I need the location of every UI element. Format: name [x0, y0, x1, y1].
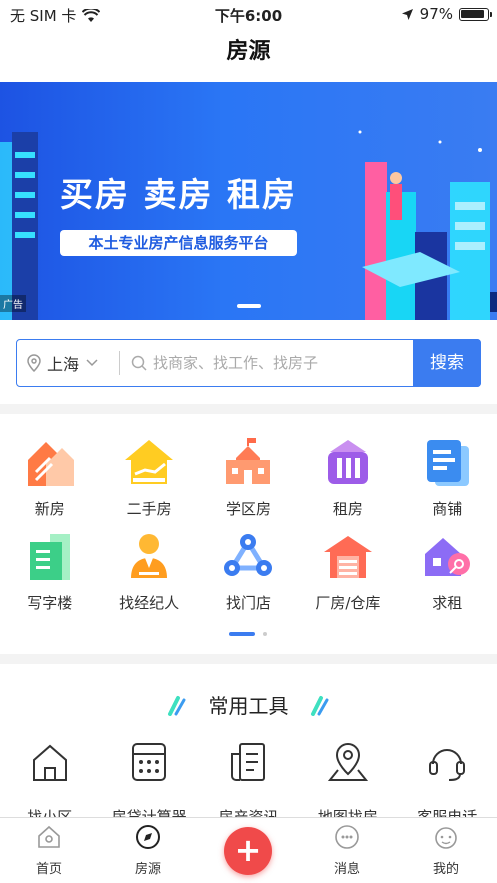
grid-page-indicator: [229, 632, 267, 636]
tools-section-title: 常用工具: [0, 690, 497, 719]
chevron-down-icon: [86, 358, 98, 366]
category-agent[interactable]: 找经纪人: [99, 522, 198, 616]
category-label: 新房: [34, 500, 65, 518]
tool-property-news[interactable]: 房产资讯: [199, 740, 298, 827]
category-school-district[interactable]: 学区房: [199, 428, 298, 522]
map-pin-icon: [327, 742, 368, 781]
category-store[interactable]: 找门店: [199, 522, 298, 616]
category-second-hand[interactable]: 二手房: [99, 428, 198, 522]
rent-icon: [327, 440, 368, 484]
category-warehouse[interactable]: 厂房/仓库: [298, 522, 397, 616]
decor-stripes-icon: [168, 695, 186, 716]
tab-label: 房源: [134, 862, 161, 877]
tab-label: 消息: [333, 862, 360, 877]
agent-icon: [131, 534, 168, 578]
page-dot-active: [229, 632, 255, 636]
promo-banner[interactable]: 买房 卖房 租房 本土专业房产信息服务平台 广告: [0, 82, 497, 320]
seek-rent-icon: [425, 538, 471, 576]
category-shop[interactable]: 商铺: [398, 428, 497, 522]
category-seek-rent[interactable]: 求租: [398, 522, 497, 616]
category-office[interactable]: 写字楼: [0, 522, 99, 616]
search-icon: [131, 355, 147, 371]
category-label: 厂房/仓库: [315, 594, 381, 612]
house-outline-icon: [32, 744, 67, 781]
tool-map-search[interactable]: 地图找房: [298, 740, 397, 827]
page-title: 房源: [226, 39, 271, 64]
city-selector[interactable]: 上海: [27, 340, 99, 385]
search-divider: [119, 351, 120, 375]
category-rent[interactable]: 租房: [298, 428, 397, 522]
warehouse-icon: [323, 536, 372, 578]
category-label: 二手房: [126, 500, 172, 518]
category-label: 学区房: [225, 500, 271, 518]
shop-icon: [427, 440, 470, 486]
search-button[interactable]: 搜索: [413, 339, 481, 387]
status-bar: 无 SIM 卡 下午6:00 97%: [0, 0, 497, 28]
profile-icon: [435, 827, 457, 849]
category-label: 租房: [332, 500, 363, 518]
category-label: 求租: [432, 594, 463, 612]
category-label: 找经纪人: [119, 594, 180, 612]
store-icon: [224, 534, 273, 576]
category-label: 找门店: [225, 594, 271, 612]
category-label: 写字楼: [27, 594, 73, 612]
tool-find-community[interactable]: 找小区: [0, 740, 99, 827]
office-building-icon: [29, 534, 70, 580]
city-label: 上海: [47, 354, 80, 374]
compass-icon: [136, 825, 160, 849]
location-arrow-icon: [401, 8, 413, 20]
headset-icon: [429, 749, 466, 781]
message-icon: [335, 825, 359, 849]
location-pin-icon: [27, 353, 41, 372]
home-icon: [38, 825, 60, 848]
decor-stripes-icon: [310, 695, 329, 716]
tab-home[interactable]: 首页: [9, 824, 89, 877]
add-listing-button[interactable]: +: [224, 827, 272, 875]
battery-icon: [459, 7, 492, 21]
page-dot: [263, 632, 267, 636]
search-bar: 上海 找商家、找工作、找房子 搜索: [16, 339, 481, 387]
battery-percent: 97%: [419, 5, 453, 23]
second-hand-house-icon: [125, 440, 174, 484]
tab-profile[interactable]: 我的: [406, 824, 486, 877]
banner-headline: 买房 卖房 租房: [60, 175, 297, 214]
tools-row: 找小区 房贷计算器 房产资讯 地图找房 客服电话: [0, 740, 497, 827]
tools-title-text: 常用工具: [208, 694, 289, 718]
tab-label: 我的: [432, 862, 459, 877]
ad-tag: 广告: [0, 295, 26, 312]
search-placeholder: 找商家、找工作、找房子: [153, 354, 319, 372]
banner-page-indicator: [237, 304, 261, 308]
category-grid: 新房 二手房 学区房 租房 商铺 写字楼 找经纪人 找门店 厂房/仓库 求租: [0, 428, 497, 616]
category-new-house[interactable]: 新房: [0, 428, 99, 522]
school-district-icon: [226, 438, 271, 484]
tool-mortgage-calculator[interactable]: 房贷计算器: [99, 740, 198, 827]
tab-label: 首页: [35, 862, 62, 877]
tab-messages[interactable]: 消息: [307, 824, 387, 877]
category-label: 商铺: [432, 500, 463, 518]
tab-listings[interactable]: 房源: [108, 824, 188, 877]
search-input[interactable]: 找商家、找工作、找房子: [131, 340, 318, 385]
news-icon: [231, 743, 266, 781]
new-house-icon: [27, 442, 74, 486]
section-divider: [0, 404, 497, 414]
section-divider: [0, 654, 497, 664]
tool-customer-service[interactable]: 客服电话: [398, 740, 497, 827]
banner-subline: 本土专业房产信息服务平台: [60, 230, 297, 256]
calculator-icon: [132, 743, 167, 781]
